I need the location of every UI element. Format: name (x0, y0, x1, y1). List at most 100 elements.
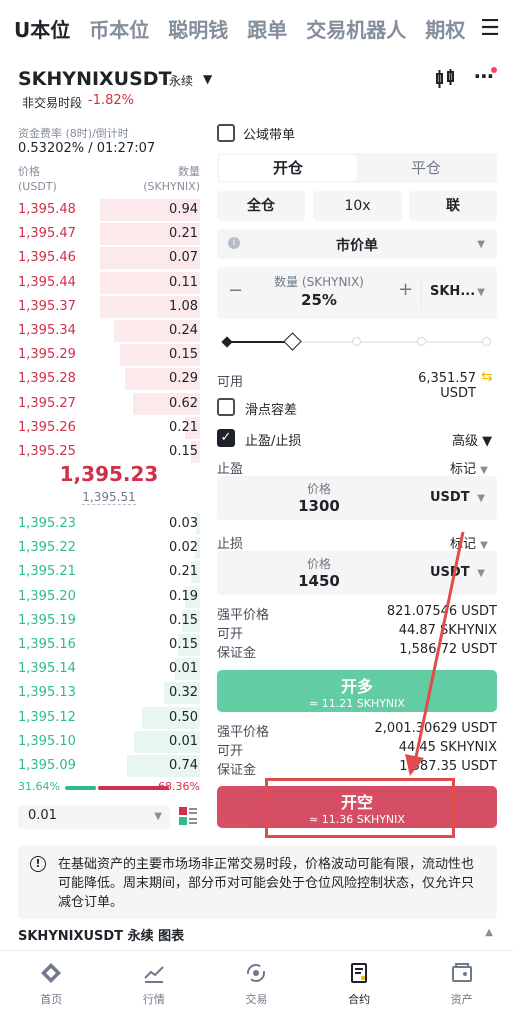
funding-rate-value: 0.53202% / 01:27:07 (18, 141, 156, 156)
orderbook-price: 1,395.48 (18, 202, 76, 217)
tab-coinm[interactable]: 币本位 (89, 14, 149, 43)
slider-step-100[interactable] (482, 337, 491, 346)
orderbook-price: 1,395.13 (18, 685, 76, 701)
orderbook-quantity: 0.07 (169, 250, 198, 266)
transfer-icon[interactable]: ⇆ (481, 369, 493, 385)
orderbook-quantity: 0.94 (169, 202, 198, 217)
orderbook-row[interactable]: 1,395.34 0.24 (18, 319, 200, 343)
orderbook-row[interactable]: 1,395.13 0.32 (18, 681, 200, 705)
more-icon[interactable]: ⋯ (474, 64, 497, 88)
chevron-down-icon[interactable]: ▼ (203, 72, 212, 86)
advanced-dropdown[interactable]: 高级 ▼ (452, 430, 492, 449)
orderbook-price: 1,395.47 (18, 226, 76, 242)
orderbook-price: 1,395.44 (18, 274, 76, 290)
nav-trade[interactable]: 交易 (205, 951, 308, 1023)
annotation-arrow (405, 531, 465, 776)
orderbook-row[interactable]: 1,395.37 1.08 (18, 295, 200, 319)
quantity-header: 数量 (SKHYNIX) (143, 165, 200, 193)
orderbook-quantity: 0.01 (169, 733, 198, 749)
orderbook-row[interactable]: 1,395.27 0.62 (18, 392, 200, 416)
tab-close[interactable]: 平仓 (357, 155, 495, 181)
orderbook-price: 1,395.19 (18, 612, 76, 628)
orderbook-row[interactable]: 1,395.12 0.50 (18, 706, 200, 730)
slider-thumb[interactable] (283, 332, 302, 351)
orderbook-row[interactable]: 1,395.09 0.74 (18, 754, 200, 778)
top-nav: U本位 币本位 聪明钱 跟单 交易机器人 期权 ☰ (0, 0, 513, 56)
chart-toggle[interactable]: SKHYNIXUSDT 永续 图表 ▲ (18, 925, 497, 945)
tpsl-label: 止盈/止损 (245, 434, 302, 449)
orderbook-row[interactable]: 1,395.46 0.07 (18, 246, 200, 270)
orderbook-quantity: 0.03 (169, 516, 198, 531)
plus-button[interactable]: + (398, 279, 413, 300)
chevron-up-icon: ▲ (485, 927, 493, 938)
buy-ratio: 31.64% (18, 780, 60, 793)
orderbook-quantity: 0.21 (169, 564, 198, 580)
leverage-button[interactable]: 10x (313, 191, 402, 221)
orderbook-row[interactable]: 1,395.47 0.21 (18, 222, 200, 246)
orderbook-quantity: 0.21 (169, 419, 198, 435)
order-type-select[interactable]: i 市价单 ▼ (217, 229, 497, 259)
public-order-label: 公域带单 (243, 128, 296, 143)
tab-smart-money[interactable]: 聪明钱 (168, 14, 228, 43)
orderbook-row[interactable]: 1,395.16 0.15 (18, 633, 200, 657)
orderbook-price: 1,395.25 (18, 444, 76, 459)
tab-open[interactable]: 开仓 (219, 155, 357, 181)
candlestick-icon[interactable] (434, 68, 456, 95)
orderbook-row[interactable]: 1,395.28 0.29 (18, 367, 200, 391)
orderbook-row[interactable]: 1,395.21 0.21 (18, 560, 200, 584)
orderbook-price: 1,395.22 (18, 540, 76, 556)
orderbook-layout-icon[interactable] (178, 806, 198, 830)
orderbook-row[interactable]: 1,395.20 0.19 (18, 585, 200, 609)
annotation-highlight-box (265, 778, 455, 838)
orderbook-price: 1,395.29 (18, 347, 76, 363)
nav-home[interactable]: 首页 (0, 951, 103, 1023)
orderbook-row[interactable]: 1,395.26 0.21 (18, 416, 200, 440)
orderbook-row[interactable]: 1,395.44 0.11 (18, 271, 200, 295)
tp-unit-select[interactable]: USDT (430, 490, 470, 505)
take-profit-price-input[interactable]: 价格 1300 USDT ▼ (217, 476, 497, 520)
orderbook-row[interactable]: 1,395.19 0.15 (18, 609, 200, 633)
chevron-down-icon: ▼ (154, 811, 162, 822)
orderbook-price: 1,395.27 (18, 395, 76, 411)
chart-line-icon (103, 961, 206, 985)
orderbook-row[interactable]: 1,395.48 0.94 (18, 198, 200, 222)
price-header: 价格 (USDT) (18, 165, 57, 193)
tab-copy-trading[interactable]: 跟单 (247, 14, 287, 43)
orderbook-quantity: 0.24 (169, 323, 198, 338)
tpsl-checkbox[interactable]: ✓ (217, 429, 235, 447)
quantity-unit-select[interactable]: SKH... (430, 284, 475, 299)
contract-type: 永续 (169, 74, 194, 88)
tab-options[interactable]: 期权 (425, 14, 465, 43)
public-order-checkbox[interactable] (217, 124, 235, 142)
symbol-name[interactable]: SKHYNIXUSDT (18, 68, 172, 90)
orderbook-price: 1,395.10 (18, 733, 76, 749)
orderbook-row[interactable]: 1,395.29 0.15 (18, 343, 200, 367)
slider-step-75[interactable] (417, 337, 426, 346)
orderbook-row[interactable]: 1,395.22 0.02 (18, 536, 200, 560)
slider-start-marker (221, 336, 233, 348)
last-price[interactable]: 1,395.23 (0, 462, 218, 486)
orderbook-row[interactable]: 1,395.23 0.03 (18, 512, 200, 536)
mark-price: 1,395.51 (82, 490, 136, 505)
buy-ratio-bar (65, 786, 96, 790)
tp-trigger-select[interactable]: 标记 ▼ (450, 458, 488, 477)
quantity-input[interactable]: − 数量 (SKHYNIX) 25% + SKH... ▼ (217, 267, 497, 319)
orderbook-price: 1,395.21 (18, 564, 76, 580)
slippage-checkbox[interactable] (217, 398, 235, 416)
margin-mode-button[interactable]: 全仓 (217, 191, 305, 221)
stop-loss-label: 止损 (217, 537, 244, 552)
orderbook-price: 1,395.14 (18, 661, 76, 677)
nav-assets[interactable]: 资产 (410, 951, 513, 1023)
position-mode-button[interactable]: 联 (409, 191, 497, 221)
orderbook-quantity: 0.02 (169, 540, 198, 556)
menu-icon[interactable]: ☰ (467, 0, 513, 56)
orderbook-row[interactable]: 1,395.25 0.15 (18, 440, 200, 464)
orderbook-row[interactable]: 1,395.14 0.01 (18, 657, 200, 681)
nav-markets[interactable]: 行情 (103, 951, 206, 1023)
tab-usdm[interactable]: U本位 (14, 14, 70, 43)
tab-trading-bots[interactable]: 交易机器人 (306, 14, 406, 43)
orderbook-row[interactable]: 1,395.10 0.01 (18, 730, 200, 754)
nav-futures[interactable]: 合约 (308, 951, 411, 1023)
slider-step-50[interactable] (352, 337, 361, 346)
precision-select[interactable]: 0.01 ▼ (18, 805, 170, 829)
